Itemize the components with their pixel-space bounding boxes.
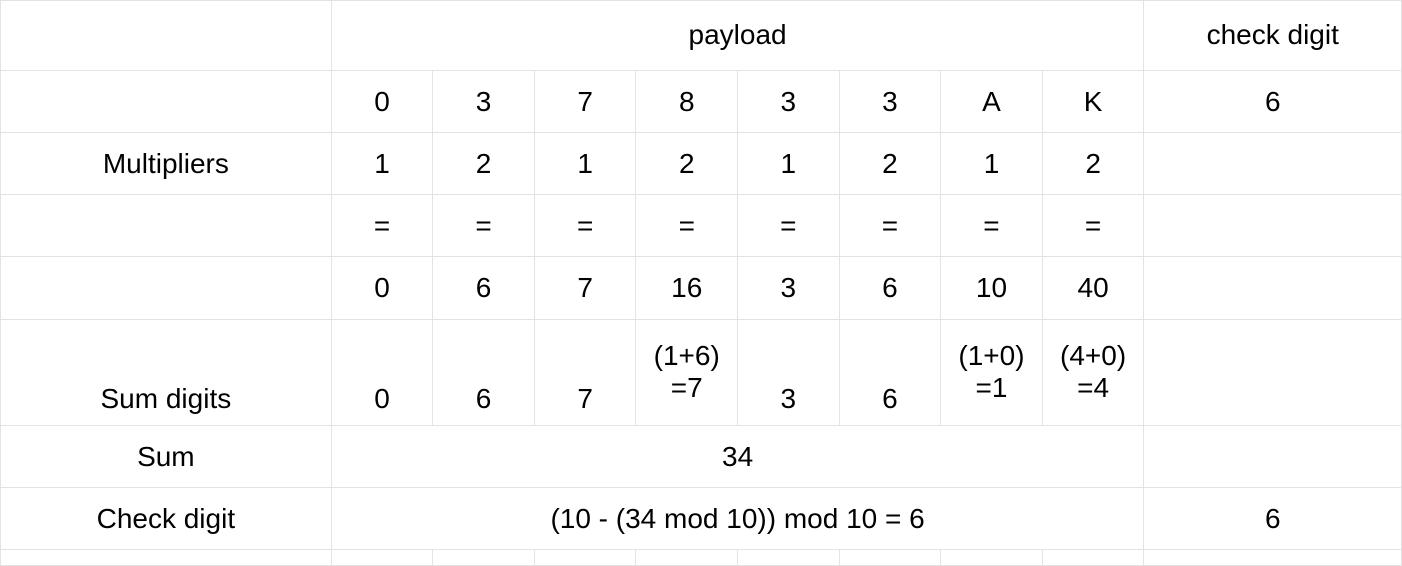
sum-value: 34 [331,426,1144,488]
product-cell: 6 [433,257,535,319]
check-digit-table: payload check digit 0 3 7 8 3 3 A K 6 Mu… [0,0,1402,566]
equals-cell: = [1042,195,1144,257]
sum-digit-cell: 6 [839,319,941,426]
empty-cell [1144,257,1402,319]
empty-cell [331,550,433,566]
product-cell: 6 [839,257,941,319]
check-digit-result: 6 [1144,488,1402,550]
header-empty [1,1,332,71]
multiplier-cell: 2 [636,133,738,195]
sum-digit-cell: 0 [331,319,433,426]
equals-cell: = [331,195,433,257]
empty-cell [839,550,941,566]
product-cell: 16 [636,257,738,319]
payload-digits-row: 0 3 7 8 3 3 A K 6 [1,70,1402,132]
empty-cell [1042,550,1144,566]
sum-row: Sum 34 [1,426,1402,488]
multipliers-label: Multipliers [1,133,332,195]
empty-cell [1,257,332,319]
product-cell: 0 [331,257,433,319]
multipliers-row: Multipliers 1 2 1 2 1 2 1 2 [1,133,1402,195]
multiplier-cell: 2 [839,133,941,195]
payload-digit: 3 [738,70,840,132]
sum-digits-label: Sum digits [1,319,332,426]
payload-digit: K [1042,70,1144,132]
sum-digit-cell: (1+6) =7 [636,319,738,426]
sum-digit-cell: 3 [738,319,840,426]
multiplier-cell: 1 [738,133,840,195]
payload-digit: 8 [636,70,738,132]
multiplier-cell: 1 [534,133,636,195]
check-digit-label: Check digit [1,488,332,550]
product-cell: 7 [534,257,636,319]
multiplier-cell: 1 [331,133,433,195]
empty-cell [738,550,840,566]
given-check-digit: 6 [1144,70,1402,132]
empty-cell [1144,319,1402,426]
payload-digit: 3 [433,70,535,132]
sum-digit-cell: 7 [534,319,636,426]
payload-digit: 0 [331,70,433,132]
empty-cell [941,550,1043,566]
spreadsheet-grid: payload check digit 0 3 7 8 3 3 A K 6 Mu… [0,0,1402,566]
check-digit-formula: (10 - (34 mod 10)) mod 10 = 6 [331,488,1144,550]
trailing-row [1,550,1402,566]
empty-cell [433,550,535,566]
product-cell: 10 [941,257,1043,319]
sum-digit-cell: (1+0) =1 [941,319,1043,426]
product-cell: 3 [738,257,840,319]
check-digit-header: check digit [1144,1,1402,71]
equals-cell: = [636,195,738,257]
equals-cell: = [433,195,535,257]
equals-cell: = [839,195,941,257]
multiplier-cell: 2 [433,133,535,195]
empty-cell [1144,550,1402,566]
sum-digits-row: Sum digits 0 6 7 (1+6) =7 3 6 (1+0) =1 (… [1,319,1402,426]
equals-cell: = [941,195,1043,257]
sum-label: Sum [1,426,332,488]
payload-header: payload [331,1,1144,71]
check-digit-row: Check digit (10 - (34 mod 10)) mod 10 = … [1,488,1402,550]
products-row: 0 6 7 16 3 6 10 40 [1,257,1402,319]
sum-digit-cell: 6 [433,319,535,426]
equals-cell: = [534,195,636,257]
product-cell: 40 [1042,257,1144,319]
payload-row-label [1,70,332,132]
empty-cell [636,550,738,566]
empty-cell [534,550,636,566]
empty-cell [1144,426,1402,488]
multiplier-cell: 1 [941,133,1043,195]
empty-cell [1144,195,1402,257]
empty-cell [1,195,332,257]
payload-digit: 3 [839,70,941,132]
equals-row: = = = = = = = = [1,195,1402,257]
equals-cell: = [738,195,840,257]
sum-digit-cell: (4+0) =4 [1042,319,1144,426]
payload-digit: 7 [534,70,636,132]
header-row: payload check digit [1,1,1402,71]
payload-digit: A [941,70,1043,132]
multiplier-cell: 2 [1042,133,1144,195]
empty-cell [1,550,332,566]
empty-cell [1144,133,1402,195]
